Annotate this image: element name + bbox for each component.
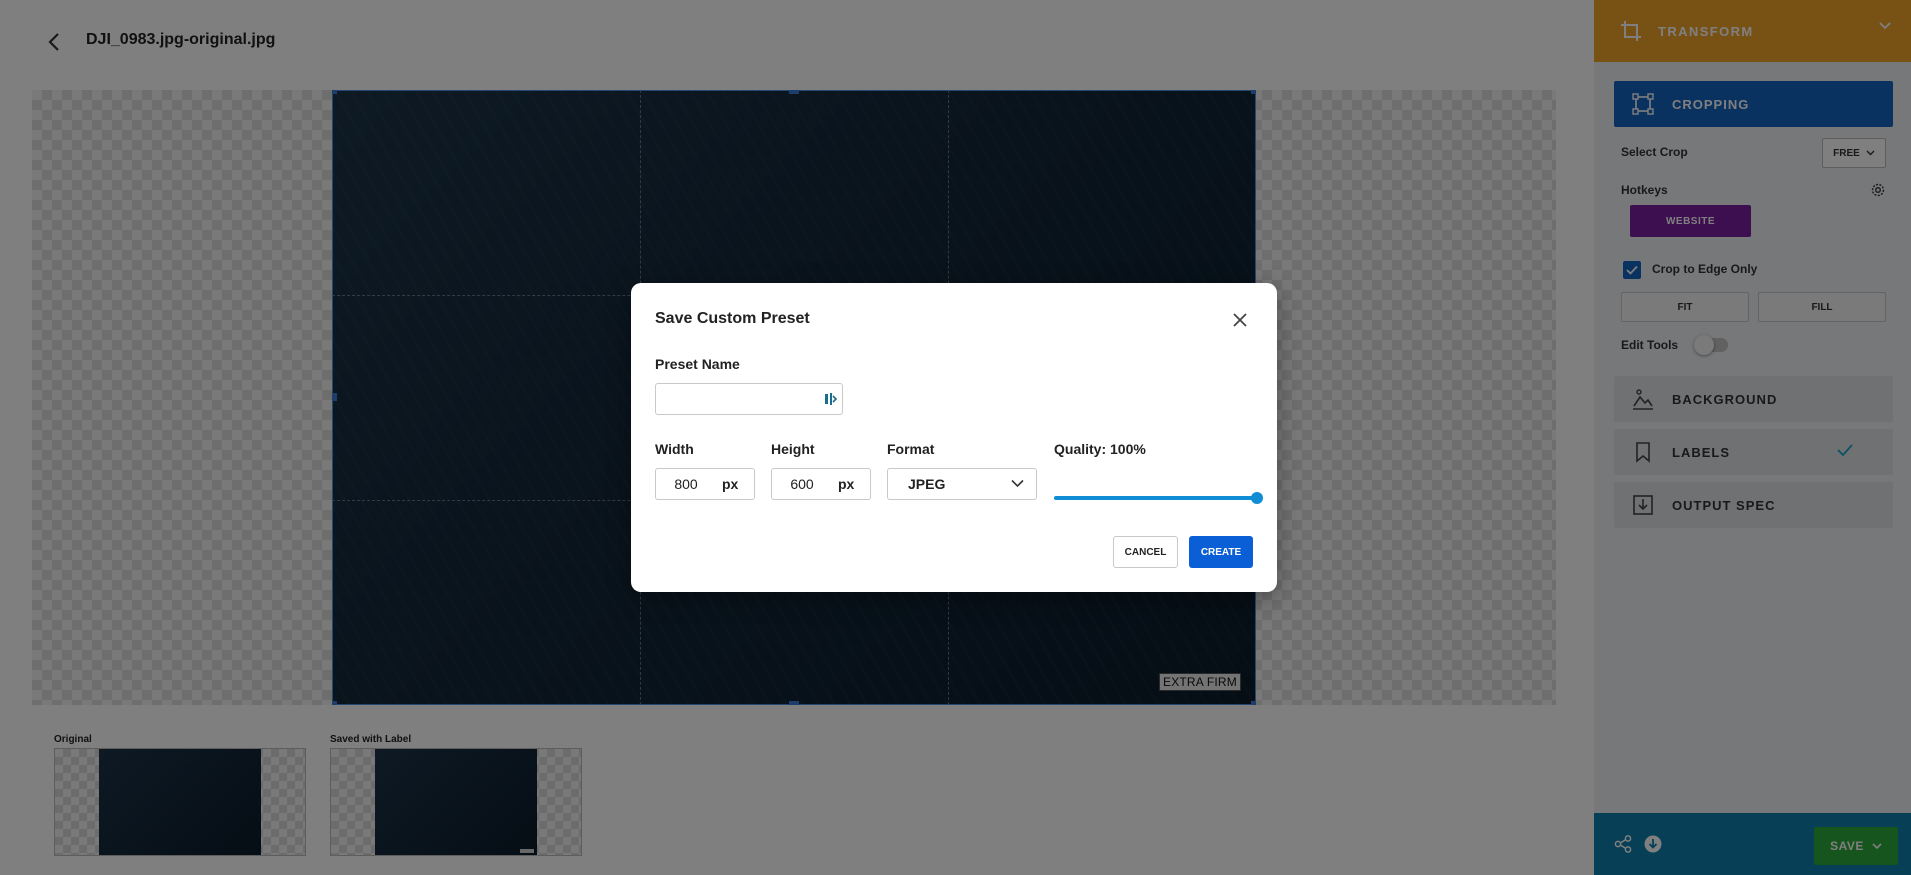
format-label: Format — [887, 441, 935, 457]
dialog-title: Save Custom Preset — [655, 310, 810, 327]
password-manager-icon[interactable] — [824, 392, 838, 406]
close-icon[interactable] — [1229, 309, 1251, 331]
height-unit: px — [838, 476, 855, 492]
format-select[interactable]: JPEG — [887, 468, 1037, 500]
height-input[interactable] — [772, 469, 832, 499]
height-label: Height — [771, 441, 815, 457]
save-preset-dialog: Save Custom Preset Preset Name Width px … — [631, 283, 1277, 592]
quality-label: Quality: 100% — [1054, 441, 1146, 457]
width-field[interactable]: px — [655, 468, 755, 500]
width-unit: px — [722, 476, 739, 492]
create-button[interactable]: CREATE — [1189, 536, 1253, 568]
cancel-button[interactable]: CANCEL — [1113, 536, 1178, 568]
preset-name-field[interactable] — [655, 383, 843, 415]
width-input[interactable] — [656, 469, 716, 499]
format-value: JPEG — [908, 476, 946, 492]
width-label: Width — [655, 441, 694, 457]
preset-name-input[interactable] — [656, 384, 816, 414]
chevron-down-icon — [1011, 479, 1024, 488]
height-field[interactable]: px — [771, 468, 871, 500]
quality-slider[interactable] — [1054, 492, 1263, 504]
quality-slider-thumb[interactable] — [1251, 492, 1263, 504]
preset-name-label: Preset Name — [655, 356, 740, 372]
